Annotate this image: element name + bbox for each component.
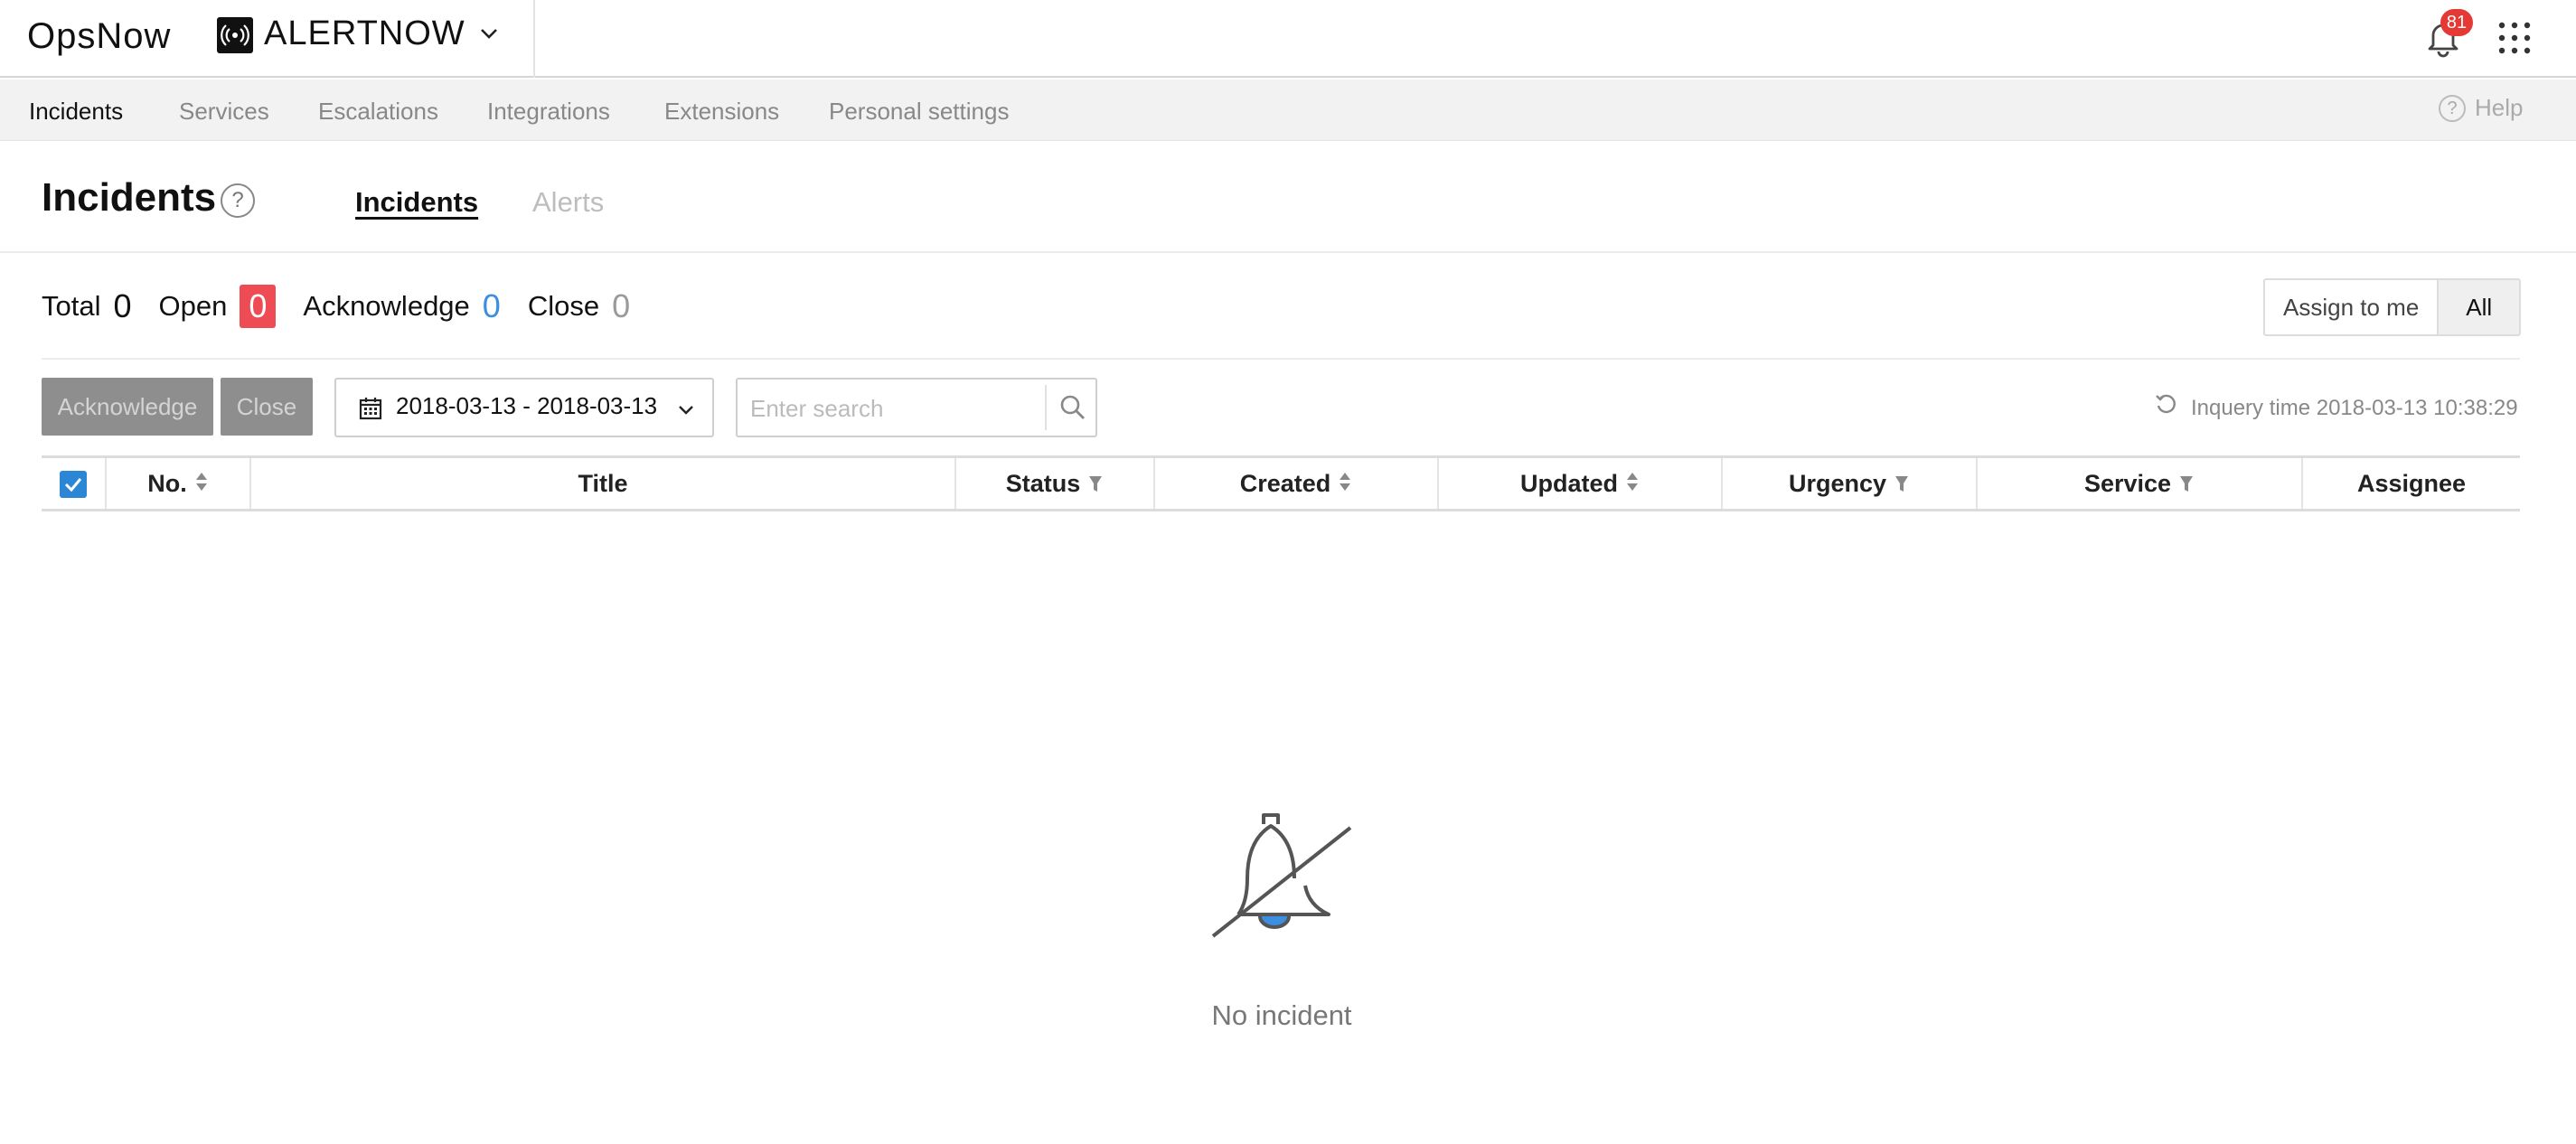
assign-to-me-button[interactable]: Assign to me [2265, 280, 2440, 334]
sort-icon[interactable] [1338, 460, 1352, 511]
help-link[interactable]: ? Help [2439, 94, 2523, 122]
nav-item-extensions[interactable]: Extensions [664, 98, 779, 126]
product-switcher-label[interactable]: ALERTNOW [264, 14, 465, 53]
nav-item-integrations[interactable]: Integrations [487, 98, 610, 126]
inquery-time-text: Inquery time 2018-03-13 10:38:29 [2191, 395, 2518, 420]
column-label: Urgency [1788, 470, 1887, 497]
question-icon: ? [2439, 94, 2466, 122]
open-count[interactable]: 0 [240, 285, 277, 328]
divider [42, 358, 2520, 360]
close-button[interactable]: Close [221, 378, 313, 436]
assignee-filter-toggle: Assign to me All [2263, 278, 2522, 336]
column-label: Service [2083, 470, 2172, 497]
search-field [736, 378, 1097, 437]
acknowledge-button[interactable]: Acknowledge [42, 378, 213, 436]
header-divider [533, 0, 535, 78]
top-bar: OpsNow ALERTNOW 81 [0, 0, 2576, 78]
acknowledge-count[interactable]: 0 [483, 287, 501, 325]
column-header-title: Title [251, 458, 954, 509]
sort-icon[interactable] [194, 460, 209, 511]
column-header-no[interactable]: No. [107, 458, 249, 509]
close-count[interactable]: 0 [612, 287, 630, 325]
column-header-updated[interactable]: Updated [1439, 458, 1721, 509]
tab-alerts[interactable]: Alerts [532, 186, 604, 219]
broadcast-icon [217, 17, 253, 53]
column-header-urgency[interactable]: Urgency [1723, 458, 1976, 509]
question-icon[interactable]: ? [221, 183, 255, 218]
column-label: No. [147, 470, 187, 497]
column-label: Status [1005, 470, 1081, 497]
calendar-icon [358, 396, 383, 426]
inquery-time: Inquery time 2018-03-13 10:38:29 [2153, 392, 2518, 424]
close-label: Close [527, 290, 600, 322]
search-input[interactable] [750, 390, 1039, 427]
opsnow-logo[interactable]: OpsNow [27, 16, 171, 57]
column-header-service[interactable]: Service [1978, 458, 2301, 509]
bell-off-icon [1202, 795, 1361, 954]
notification-badge[interactable]: 81 [2440, 9, 2473, 36]
nav-item-escalations[interactable]: Escalations [318, 98, 438, 126]
total-label: Total [42, 290, 101, 322]
column-label: Assignee [2356, 470, 2467, 497]
total-count: 0 [113, 287, 132, 324]
nav-item-services[interactable]: Services [179, 98, 269, 126]
refresh-icon[interactable] [2153, 392, 2178, 424]
column-label: Created [1239, 470, 1331, 497]
all-button[interactable]: All [2439, 280, 2520, 334]
empty-state-message: No incident [1211, 999, 1352, 1031]
divider [1045, 385, 1047, 430]
acknowledge-label: Acknowledge [303, 290, 470, 322]
column-header-created[interactable]: Created [1155, 458, 1437, 509]
filter-icon[interactable] [1894, 460, 1910, 511]
sort-icon[interactable] [1625, 460, 1640, 511]
page-title: Incidents [42, 175, 217, 220]
date-range-picker[interactable]: 2018-03-13 - 2018-03-13 [334, 378, 714, 437]
date-range-value: 2018-03-13 - 2018-03-13 [396, 392, 658, 419]
nav-item-incidents[interactable]: Incidents [29, 98, 123, 126]
tab-incidents[interactable]: Incidents [355, 186, 478, 219]
divider [0, 251, 2576, 253]
column-header-status[interactable]: Status [956, 458, 1153, 509]
column-header-assignee: Assignee [2303, 458, 2520, 509]
chevron-down-icon [676, 399, 696, 424]
apps-grid-icon[interactable] [2496, 20, 2533, 56]
chevron-down-icon[interactable] [477, 22, 501, 50]
filter-icon[interactable] [2178, 460, 2195, 511]
help-label: Help [2475, 94, 2524, 121]
main-nav: Incidents Services Escalations Integrati… [0, 80, 2576, 141]
open-label: Open [158, 290, 228, 322]
nav-item-personal-settings[interactable]: Personal settings [829, 98, 1009, 126]
incident-counts: Total 0 Open 0 Acknowledge 0 Close 0 [42, 284, 657, 329]
column-label: Updated [1520, 470, 1618, 497]
select-all-checkbox[interactable] [60, 471, 87, 498]
search-icon[interactable] [1058, 392, 1088, 427]
filter-icon[interactable] [1087, 460, 1104, 511]
column-label: Title [578, 470, 628, 497]
table-header: No. Title Status Created Updated Urgency… [42, 455, 2520, 511]
